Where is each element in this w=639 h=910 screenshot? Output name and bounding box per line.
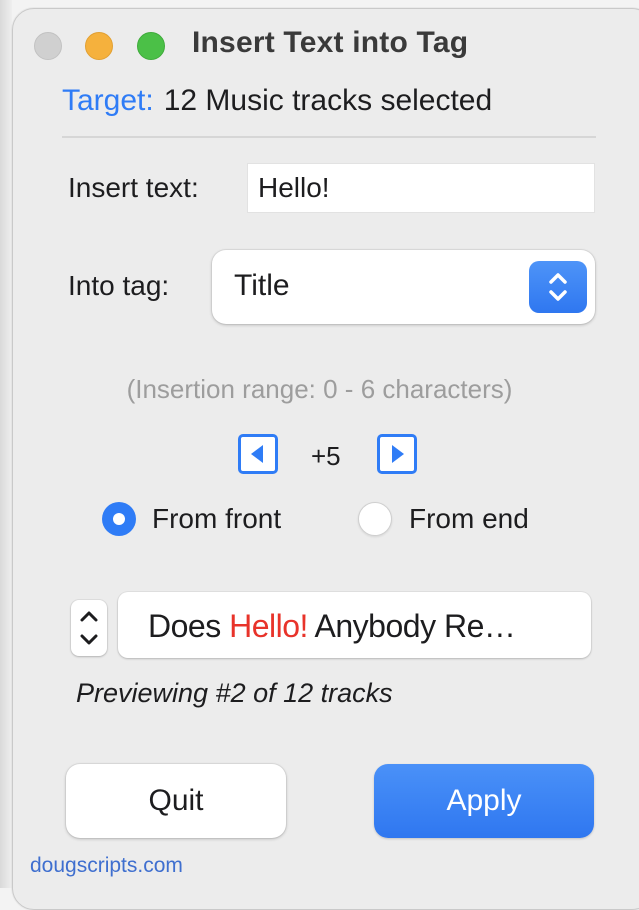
from-end-label[interactable]: From end: [409, 503, 529, 535]
quit-button[interactable]: Quit: [66, 764, 286, 838]
preview-text: Does Hello! Anybody Re…: [148, 608, 516, 645]
minimize-button[interactable]: [85, 32, 113, 60]
from-front-radio[interactable]: [102, 502, 136, 536]
popup-chevrons-icon: [529, 261, 587, 313]
header-divider: [62, 136, 596, 138]
window-edge-shadow: [0, 0, 12, 888]
radio-selected-dot: [113, 513, 125, 525]
from-end-radio[interactable]: [358, 502, 392, 536]
tag-popup-value: Title: [234, 269, 290, 302]
apply-button-label: Apply: [446, 784, 522, 817]
target-row: Target: 12 Music tracks selected: [62, 84, 492, 118]
preview-before: Does: [148, 608, 230, 644]
window-title: Insert Text into Tag: [192, 26, 469, 59]
left-arrow-icon: [251, 445, 263, 463]
preview-after: Anybody Re…: [307, 608, 516, 644]
apply-button[interactable]: Apply: [374, 764, 594, 838]
stepper-chevrons-icon: [80, 611, 98, 645]
quit-button-label: Quit: [148, 784, 204, 817]
right-arrow-icon: [392, 445, 404, 463]
insert-text-label: Insert text:: [68, 172, 199, 203]
close-button[interactable]: [34, 32, 62, 60]
track-stepper[interactable]: [71, 600, 107, 656]
preview-field: Does Hello! Anybody Re…: [118, 592, 591, 658]
offset-increment-button[interactable]: [377, 434, 417, 474]
into-tag-label: Into tag:: [68, 270, 170, 301]
maximize-button[interactable]: [137, 32, 165, 60]
offset-decrement-button[interactable]: [238, 434, 278, 474]
dougscripts-link[interactable]: dougscripts.com: [30, 854, 183, 878]
preview-inserted-text: Hello!: [229, 608, 308, 644]
insertion-range-note: (Insertion range: 0 - 6 characters): [126, 374, 513, 404]
preview-note: Previewing #2 of 12 tracks: [76, 678, 393, 708]
insert-text-field[interactable]: [247, 163, 595, 213]
target-value: 12 Music tracks selected: [163, 84, 493, 117]
tag-popup-button[interactable]: Title: [212, 250, 595, 324]
target-label: Target:: [62, 84, 154, 117]
from-front-label[interactable]: From front: [152, 503, 281, 535]
offset-value: +5: [311, 441, 341, 471]
